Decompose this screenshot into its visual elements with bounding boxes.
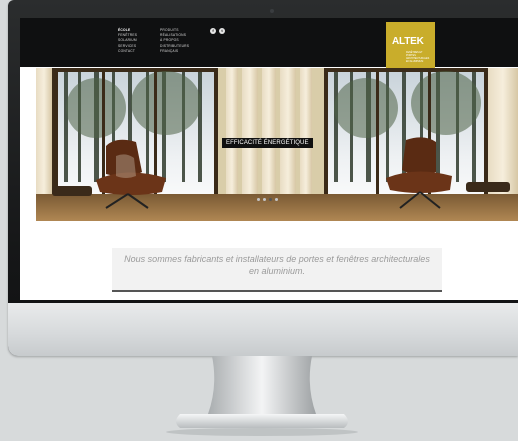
tagline-box: Nous sommes fabricants et installateurs … <box>112 248 442 292</box>
facebook-icon[interactable]: f <box>210 28 216 34</box>
logo-tagline: FENÊTRES ET PORTES ARCHITECTURALES EN AL… <box>406 51 430 63</box>
slider-dot[interactable] <box>263 198 266 201</box>
tagline-text: Nous sommes fabricants et installateurs … <box>124 254 430 276</box>
slider-dot[interactable] <box>257 198 260 201</box>
menu-column-2: PRODUITS RÉALISATIONS À PROPOS DISTRIBUT… <box>160 28 189 54</box>
nav-item-contact[interactable]: CONTACT <box>118 49 137 54</box>
webcam <box>270 9 274 13</box>
twitter-icon[interactable]: t <box>219 28 225 34</box>
slider-dot[interactable] <box>275 198 278 201</box>
website-screen: ÉCOLE FENÊTRES SOLARIUM SERVICES CONTACT… <box>20 18 518 300</box>
menu-column-1: ÉCOLE FENÊTRES SOLARIUM SERVICES CONTACT <box>118 28 137 54</box>
logo-wordmark: ALTEK <box>392 36 424 47</box>
altek-logo[interactable]: ALTEK FENÊTRES ET PORTES ARCHITECTURALES… <box>386 22 435 68</box>
slider-pagination <box>257 198 278 201</box>
monitor-stand <box>166 356 358 436</box>
nav-item-language[interactable]: FRANÇAIS <box>160 49 189 54</box>
hero-banner-caption: EFFICACITÉ ÉNERGÉTIQUE <box>222 138 313 148</box>
social-links: f t <box>210 28 225 34</box>
slider-dot-active[interactable] <box>269 198 272 201</box>
top-navigation: ÉCOLE FENÊTRES SOLARIUM SERVICES CONTACT… <box>20 18 518 68</box>
monitor-chin <box>8 303 518 356</box>
nav-item-solarium[interactable]: SOLARIUM <box>118 38 137 43</box>
